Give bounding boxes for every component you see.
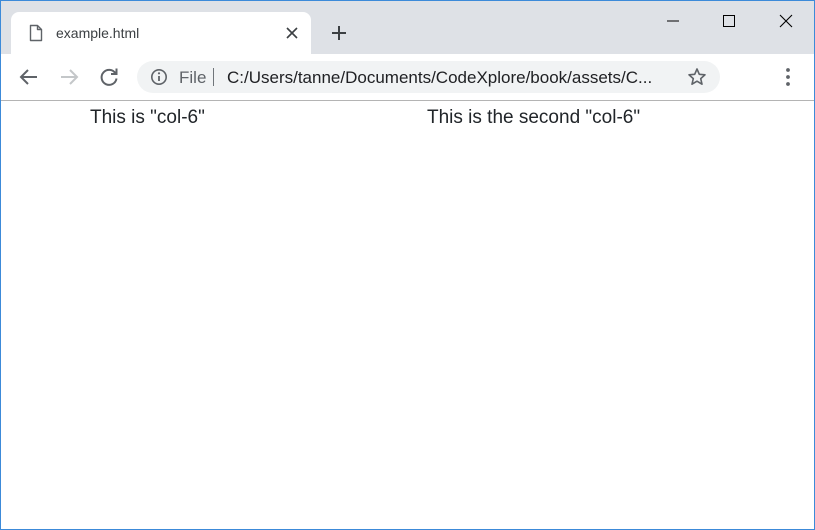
close-window-button[interactable] [763,6,809,36]
maximize-icon [723,15,735,27]
file-icon [29,24,43,42]
scheme-label: File [179,68,207,87]
tab-example-html[interactable]: example.html [11,12,311,54]
info-icon[interactable] [150,68,168,86]
url-text[interactable]: C:/Users/tanne/Documents/CodeXplore/book… [227,68,665,88]
reload-icon[interactable] [97,65,121,89]
minimize-icon [667,20,679,22]
new-tab-plus-icon[interactable] [327,21,351,45]
browser-window: example.html File C:/Users/tanne/Documen… [0,0,815,530]
back-arrow-icon[interactable] [17,65,41,89]
minimize-button[interactable] [650,6,696,36]
close-window-icon [779,14,793,28]
omnibox-divider [213,68,214,86]
browser-toolbar: File C:/Users/tanne/Documents/CodeXplore… [1,54,814,101]
col-6-first: This is "col-6" [90,107,205,128]
maximize-button[interactable] [706,6,752,36]
close-tab-icon[interactable] [283,24,301,42]
address-bar[interactable]: File C:/Users/tanne/Documents/CodeXplore… [137,61,720,93]
page-viewport: This is "col-6" This is the second "col-… [1,101,814,529]
forward-arrow-icon[interactable] [57,65,81,89]
col-6-second: This is the second "col-6" [427,107,641,128]
kebab-menu-icon[interactable] [776,65,800,89]
bookmark-star-icon[interactable] [687,67,707,87]
tab-strip: example.html [1,1,814,54]
tab-title: example.html [56,25,140,41]
